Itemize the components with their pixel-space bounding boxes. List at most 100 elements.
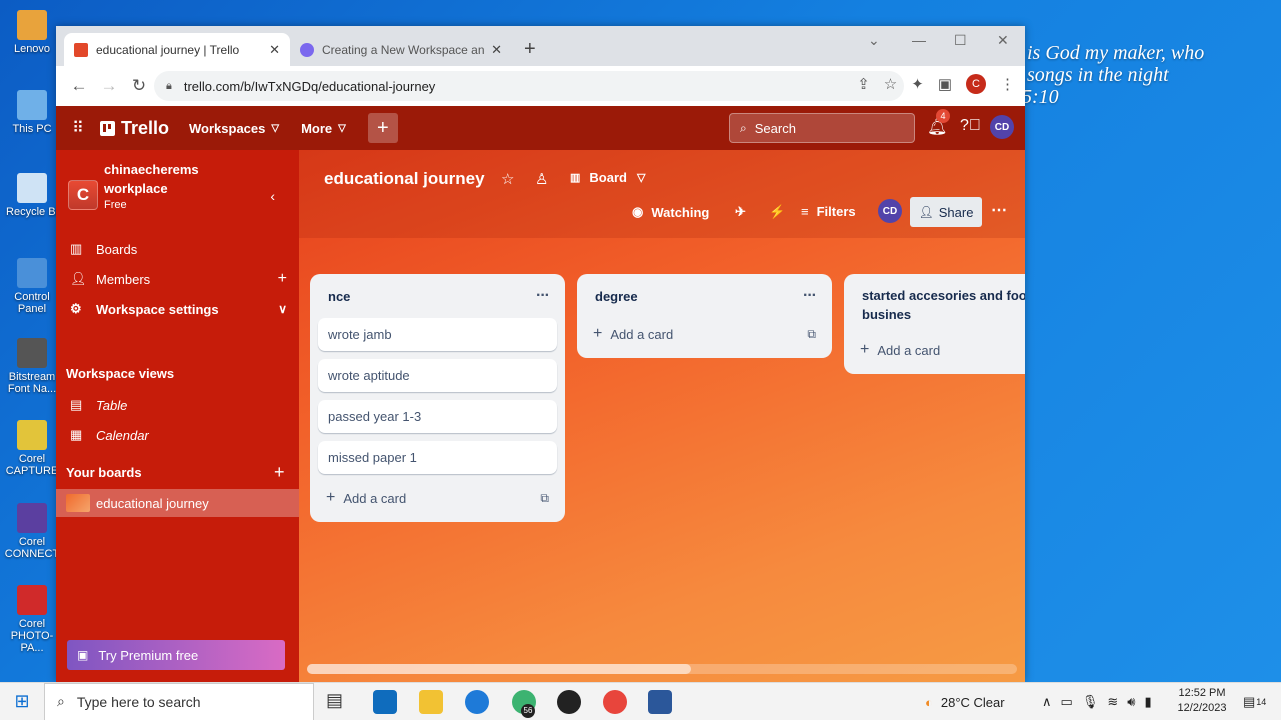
reload-icon[interactable]: ↻ bbox=[124, 76, 154, 96]
sidebar-board-educational-journey[interactable]: educational journey bbox=[56, 489, 299, 517]
corel-connect-icon bbox=[17, 503, 47, 533]
share-page-icon[interactable]: ⇪ bbox=[857, 75, 870, 93]
desktop-icon-corel-connect[interactable]: Corel CONNECT bbox=[2, 503, 62, 560]
microphone-icon[interactable]: 🎙︎ bbox=[1082, 694, 1099, 710]
chrome-icon[interactable] bbox=[603, 690, 627, 714]
windows-start-icon[interactable]: ⊞ bbox=[0, 691, 44, 712]
desktop-icon-control-panel[interactable]: Control Panel bbox=[2, 258, 62, 315]
list-header[interactable]: started accesories and food stuff busine… bbox=[852, 282, 1025, 326]
workspace-badge[interactable]: C bbox=[68, 180, 98, 210]
visibility-icon[interactable]: ♙ bbox=[535, 170, 548, 188]
more-menu[interactable]: More ▽ bbox=[301, 121, 346, 136]
list-degree: degree ··· + Add a card ⧉ bbox=[577, 274, 832, 358]
list-actions-icon[interactable]: ··· bbox=[536, 287, 550, 305]
close-window-button[interactable]: ✕ bbox=[997, 32, 1009, 49]
tab-strip: educational journey | Trello ✕ Creating … bbox=[56, 26, 1025, 66]
new-tab-button[interactable]: + bbox=[524, 38, 536, 61]
wifi-icon[interactable]: ≋ bbox=[1107, 694, 1118, 710]
add-card-button[interactable]: + Add a card bbox=[852, 334, 1025, 366]
sidebar-item-members[interactable]: 👤︎ Members + bbox=[56, 264, 299, 294]
browser-menu-icon[interactable]: ⋮ bbox=[1000, 75, 1015, 93]
sidebar-item-workspace-settings[interactable]: ⚙ Workspace settings ∨ bbox=[56, 294, 299, 324]
minimize-button[interactable]: — bbox=[912, 32, 926, 48]
sidebar-item-table[interactable]: ▤ Table bbox=[56, 390, 299, 420]
close-tab-icon[interactable]: ✕ bbox=[491, 42, 502, 58]
add-card-button[interactable]: + Add a card ⧉ bbox=[318, 482, 557, 514]
member-avatar[interactable]: CD bbox=[990, 115, 1014, 139]
workspace-name[interactable]: chinaecherems workplace bbox=[104, 160, 234, 198]
side-panel-icon[interactable]: ▣ bbox=[938, 75, 952, 93]
volume-icon[interactable]: 🔊︎ bbox=[1127, 694, 1135, 710]
notification-center[interactable]: ▤ 14 bbox=[1243, 683, 1266, 720]
share-button[interactable]: 👤︎ Share bbox=[910, 197, 982, 227]
desktop-icon-corel-photo-paint[interactable]: Corel PHOTO-PA... bbox=[2, 585, 62, 654]
back-arrow-icon[interactable]: ← bbox=[64, 76, 94, 96]
bookmark-star-icon[interactable]: ☆ bbox=[884, 75, 897, 93]
list-header[interactable]: degree ··· bbox=[585, 282, 824, 310]
chevron-up-icon[interactable]: ∧ bbox=[1042, 694, 1052, 710]
tab-search-chevron-icon[interactable]: ⌄ bbox=[868, 32, 880, 49]
card-template-icon[interactable]: ⧉ bbox=[540, 491, 549, 506]
board-menu-icon[interactable]: ⋯ bbox=[991, 200, 1007, 220]
extensions-puzzle-icon[interactable]: ✦ bbox=[911, 75, 924, 93]
desktop-icon-corel-capture[interactable]: Corel CAPTURE bbox=[2, 420, 62, 477]
taskbar-search-input[interactable]: ⌕ Type here to search bbox=[44, 682, 314, 720]
board-view-switcher[interactable]: ▥ Board ▽ bbox=[570, 170, 645, 185]
trello-logo[interactable]: Trello bbox=[100, 118, 169, 139]
card[interactable]: missed paper 1 bbox=[318, 441, 557, 474]
desktop-icon-lenovo[interactable]: Lenovo bbox=[2, 10, 62, 55]
desktop-icon-recycle-bin[interactable]: Recycle Bi bbox=[2, 173, 62, 218]
card-template-icon[interactable]: ⧉ bbox=[807, 327, 816, 342]
chevron-down-icon[interactable]: ∨ bbox=[278, 302, 287, 316]
maximize-button[interactable]: ☐ bbox=[954, 32, 967, 49]
card[interactable]: passed year 1-3 bbox=[318, 400, 557, 433]
meet-icon[interactable]: ▭ bbox=[1061, 694, 1073, 710]
add-board-icon[interactable]: + bbox=[274, 462, 285, 483]
tab-creating-workspace[interactable]: Creating a New Workspace and ✕ bbox=[290, 33, 512, 66]
forward-arrow-icon[interactable]: → bbox=[94, 76, 124, 96]
file-explorer-icon[interactable] bbox=[419, 690, 443, 714]
search-icon: ⌕ bbox=[740, 120, 747, 135]
mail-icon[interactable] bbox=[373, 690, 397, 714]
edge-icon[interactable] bbox=[465, 690, 489, 714]
profile-avatar[interactable]: C bbox=[966, 74, 986, 94]
add-member-icon[interactable]: + bbox=[278, 270, 287, 288]
scrollbar-thumb[interactable] bbox=[307, 664, 691, 674]
board-title[interactable]: educational journey bbox=[324, 169, 485, 189]
app-switcher-icon[interactable]: ⠿ bbox=[56, 118, 100, 138]
close-tab-icon[interactable]: ✕ bbox=[269, 42, 280, 58]
word-icon[interactable] bbox=[648, 690, 672, 714]
add-card-button[interactable]: + Add a card ⧉ bbox=[585, 318, 824, 350]
workspace-views-heading: Workspace views bbox=[66, 366, 175, 381]
add-person-icon: 👤︎ bbox=[918, 205, 934, 219]
workspaces-menu[interactable]: Workspaces ▽ bbox=[189, 121, 279, 136]
power-ups-icon[interactable]: ✈ bbox=[735, 204, 746, 220]
sidebar-item-boards[interactable]: ▥ Boards bbox=[56, 234, 299, 264]
board-member-avatar[interactable]: CD bbox=[878, 199, 902, 223]
help-icon[interactable]: ?⃝ bbox=[960, 117, 981, 135]
board-horizontal-scrollbar[interactable] bbox=[307, 664, 1017, 674]
try-premium-button[interactable]: ▣ Try Premium free bbox=[67, 640, 285, 670]
filters-button[interactable]: ≡ Filters bbox=[801, 204, 856, 219]
create-button[interactable]: + bbox=[367, 113, 398, 143]
font-app-icon bbox=[17, 338, 47, 368]
weather-widget[interactable]: ◐ 28°C Clear bbox=[925, 683, 1005, 720]
watching-button[interactable]: ◉ Watching bbox=[632, 204, 709, 220]
battery-icon[interactable]: ▮ bbox=[1144, 694, 1151, 710]
star-icon[interactable]: ☆ bbox=[501, 170, 514, 188]
list-actions-icon[interactable]: ··· bbox=[803, 287, 817, 305]
list-header[interactable]: nce ··· bbox=[318, 282, 557, 310]
search-input[interactable]: ⌕ Search bbox=[729, 113, 915, 143]
taskbar-clock[interactable]: 12:52 PM 12/2/2023 bbox=[1170, 686, 1234, 716]
desktop-icon-this-pc[interactable]: This PC bbox=[2, 90, 62, 135]
tab-educational-journey[interactable]: educational journey | Trello ✕ bbox=[64, 33, 290, 66]
automation-icon[interactable]: ⚡ bbox=[769, 204, 785, 220]
sidebar-item-calendar[interactable]: ▦ Calendar bbox=[56, 420, 299, 450]
url-field[interactable]: 🔒︎ trello.com/b/IwTxNGDq/educational-jou… bbox=[154, 71, 904, 101]
desktop-icon-bitstream[interactable]: Bitstream Font Na... bbox=[2, 338, 62, 395]
media-player-icon[interactable] bbox=[557, 690, 581, 714]
task-view-icon[interactable]: ▤ bbox=[326, 690, 350, 714]
collapse-sidebar-icon[interactable]: ‹ bbox=[270, 188, 275, 204]
card[interactable]: wrote jamb bbox=[318, 318, 557, 351]
card[interactable]: wrote aptitude bbox=[318, 359, 557, 392]
